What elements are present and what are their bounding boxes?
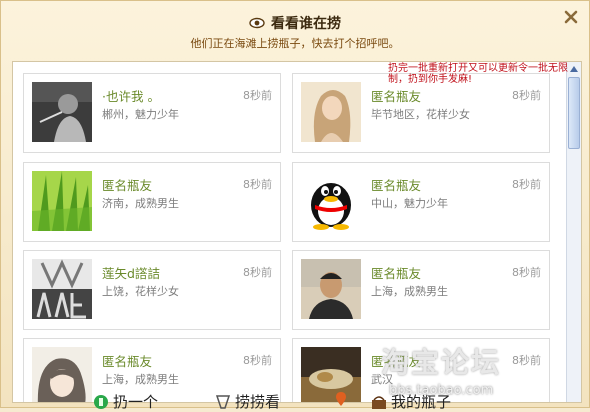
- chevron-up-icon: [570, 66, 578, 72]
- close-icon[interactable]: [563, 9, 579, 25]
- my-bottles-label: 我的瓶子: [391, 393, 452, 411]
- time-label: 8秒前: [243, 266, 272, 279]
- location-marker: [333, 391, 349, 407]
- time-label: 8秒前: [243, 178, 272, 191]
- title-row: 看看谁在捞: [1, 13, 589, 33]
- time-label: 8秒前: [512, 354, 541, 367]
- basket-icon: [372, 395, 386, 409]
- user-name[interactable]: 莲矢d譗詰: [102, 263, 160, 282]
- avatar: [32, 171, 92, 231]
- time-label: 8秒前: [243, 354, 272, 367]
- eye-icon: [249, 17, 265, 29]
- time-label: 8秒前: [512, 178, 541, 191]
- user-card[interactable]: ·也许我 。 8秒前 郴州，魅力少年: [23, 73, 281, 153]
- throw-bottle-button[interactable]: 扔一个: [93, 391, 158, 412]
- user-meta: 中山，魅力少年: [371, 197, 448, 210]
- user-name[interactable]: 匿名瓶友: [371, 175, 421, 194]
- user-card[interactable]: 匿名瓶友 8秒前 济南，成熟男生: [23, 162, 281, 242]
- fish-label: 捞捞看: [235, 393, 281, 411]
- user-name[interactable]: 匿名瓶友: [371, 351, 421, 370]
- user-meta: 郴州，魅力少年: [102, 108, 179, 121]
- user-meta: 武汉: [371, 373, 393, 386]
- avatar: [32, 82, 92, 142]
- net-icon: [215, 394, 231, 409]
- vertical-scrollbar[interactable]: [566, 62, 581, 402]
- user-list: ·也许我 。 8秒前 郴州，魅力少年 匿名瓶友 8秒前 毕节地区，花样少女 匿名…: [12, 61, 582, 403]
- scroll-thumb[interactable]: [568, 77, 580, 149]
- user-name[interactable]: 匿名瓶友: [102, 175, 152, 194]
- user-card[interactable]: 匿名瓶友 8秒前 中山，魅力少年: [292, 162, 550, 242]
- bottom-toolbar: 扔一个 捞捞看 我的瓶子: [1, 392, 589, 411]
- user-meta: 毕节地区，花样少女: [371, 108, 470, 121]
- qq-penguin-avatar: [301, 171, 361, 231]
- avatar: [301, 82, 361, 142]
- user-meta: 济南，成熟男生: [102, 197, 179, 210]
- time-label: 8秒前: [243, 89, 272, 102]
- overlay-note: 扔完一批重新打开又可以更新令一批无限制，扔到你手发麻!: [388, 63, 568, 85]
- user-meta: 上饶，花样少女: [102, 285, 179, 298]
- user-name[interactable]: 匿名瓶友: [102, 351, 152, 370]
- bottle-dialog: 看看谁在捞 他们正在海滩上捞瓶子，快去打个招呼吧。 ·也许我 。 8秒前 郴州，…: [0, 0, 590, 411]
- throw-label: 扔一个: [113, 393, 159, 411]
- user-card[interactable]: 匿名瓶友 8秒前 上海，成熟男生: [292, 250, 550, 330]
- user-name[interactable]: 匿名瓶友: [371, 263, 421, 282]
- time-label: 8秒前: [512, 266, 541, 279]
- location-pin-icon: [336, 392, 346, 406]
- dialog-subtitle: 他们正在海滩上捞瓶子，快去打个招呼吧。: [190, 37, 400, 50]
- user-name[interactable]: ·也许我 。: [102, 86, 160, 105]
- user-name[interactable]: 匿名瓶友: [371, 86, 421, 105]
- user-card[interactable]: 莲矢d譗詰 8秒前 上饶，花样少女: [23, 250, 281, 330]
- fish-bottle-button[interactable]: 捞捞看: [215, 391, 280, 412]
- user-meta: 上海，成熟男生: [371, 285, 448, 298]
- avatar: [301, 259, 361, 319]
- dialog-title: 看看谁在捞: [271, 16, 341, 32]
- bottle-icon: [94, 394, 108, 409]
- user-meta: 上海，成熟男生: [102, 373, 179, 386]
- my-bottles-button[interactable]: 我的瓶子: [371, 391, 451, 412]
- avatar: [32, 259, 92, 319]
- time-label: 8秒前: [512, 89, 541, 102]
- user-card[interactable]: 匿名瓶友 8秒前 毕节地区，花样少女: [292, 73, 550, 153]
- dialog-header: 看看谁在捞 他们正在海滩上捞瓶子，快去打个招呼吧。: [1, 1, 589, 57]
